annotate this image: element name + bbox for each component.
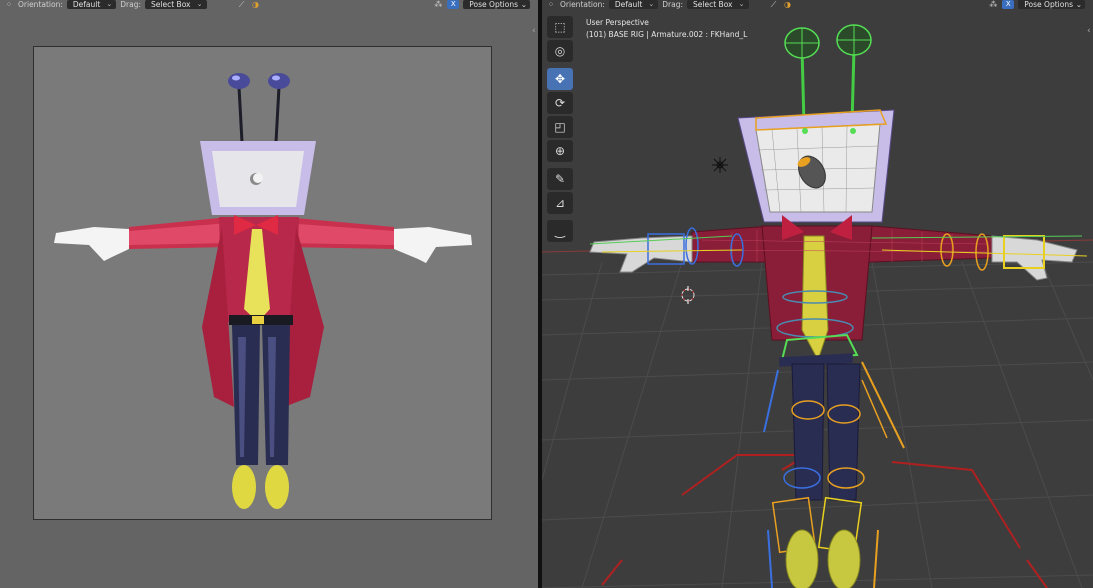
orientation-label: Orientation: (18, 0, 63, 9)
scale-icon: ◰ (554, 120, 566, 134)
orientation-label: Orientation: (560, 0, 605, 9)
pose-options-dropdown[interactable]: Pose Options ⌄ (1018, 0, 1085, 9)
chevron-down-icon: ⌄ (738, 0, 745, 8)
drag-dropdown[interactable]: Select Box ⌄ (687, 0, 749, 9)
antenna-bones[interactable] (784, 24, 872, 126)
hand-right (394, 227, 472, 263)
viewport-info: User Perspective (101) BASE RIG | Armatu… (586, 17, 747, 41)
collapse-arrow-icon[interactable]: ‹ (1087, 26, 1091, 36)
render-preview-pane: ⁘ Orientation: Default ⌄ Drag: Select Box… (0, 0, 538, 588)
x-mirror-toggle[interactable]: X (447, 0, 460, 9)
pose-options-dropdown[interactable]: Pose Options ⌄ (463, 0, 530, 9)
tv-head (200, 141, 316, 215)
antenna-right (268, 73, 290, 143)
left-header: ⁘ Orientation: Default ⌄ Drag: Select Box… (0, 0, 538, 9)
rotate-tool[interactable]: ⟳ (547, 92, 573, 114)
proportional-editing-icon[interactable]: ◑ (783, 0, 793, 9)
move-tool[interactable]: ✥ (547, 68, 573, 90)
mirror-options-icon[interactable]: ⁂ (433, 0, 443, 9)
transform-pivot-icon[interactable]: ⁘ (546, 0, 556, 9)
snapping-icon[interactable]: ⟋ (237, 0, 247, 9)
mirror-options-icon[interactable]: ⁂ (988, 0, 998, 9)
relax-icon: ‿ (555, 224, 565, 238)
select-box-icon: ⬚ (554, 20, 566, 34)
cursor-icon: ◎ (554, 44, 566, 58)
chevron-down-icon: ⌄ (520, 0, 527, 9)
pants (232, 325, 290, 465)
collapse-arrow-icon[interactable]: ‹ (532, 26, 536, 36)
ik-floor-controls[interactable] (601, 454, 1048, 588)
tool-shelf: ⬚ ◎ ✥ ⟳ ◰ ⊕ ✎ ⊿ ‿ (547, 16, 573, 244)
viewport-context: (101) BASE RIG | Armature.002 : FKHand_L (586, 30, 748, 39)
drag-value: Select Box (693, 0, 733, 9)
3d-cursor-icon[interactable] (681, 286, 695, 304)
drag-dropdown[interactable]: Select Box ⌄ (145, 0, 207, 9)
measure-icon: ⊿ (554, 196, 566, 210)
proportional-editing-icon[interactable]: ◑ (251, 0, 261, 9)
measure-tool[interactable]: ⊿ (547, 192, 573, 214)
chevron-down-icon: ⌄ (196, 0, 203, 8)
x-mirror-toggle[interactable]: X (1002, 0, 1015, 9)
orientation-value: Default (72, 0, 101, 9)
drag-label: Drag: (120, 0, 142, 9)
viewport-canvas[interactable] (542, 0, 1093, 588)
drag-label: Drag: (662, 0, 684, 9)
chevron-down-icon: ⌄ (1075, 0, 1082, 9)
select-box-tool[interactable]: ⬚ (547, 16, 573, 38)
chevron-down-icon: ⌄ (106, 0, 113, 8)
render-frame (33, 46, 492, 520)
tv-head-mesh[interactable] (737, 109, 895, 223)
suit-mesh[interactable] (691, 215, 993, 362)
shoes (232, 465, 289, 509)
transform-pivot-icon[interactable]: ⁘ (4, 0, 14, 9)
hand-left (54, 227, 129, 261)
drag-value: Select Box (151, 0, 191, 9)
snapping-icon[interactable]: ⟋ (769, 0, 779, 9)
pose-options-label: Pose Options (469, 0, 518, 9)
antenna-left (228, 73, 250, 143)
scale-tool[interactable]: ◰ (547, 116, 573, 138)
move-icon: ✥ (554, 72, 566, 86)
render-character (54, 73, 472, 509)
leg-meshes[interactable] (767, 363, 879, 588)
cursor-tool[interactable]: ◎ (547, 40, 573, 62)
light-icon[interactable] (712, 157, 728, 173)
orientation-dropdown[interactable]: Default ⌄ (66, 0, 117, 9)
orientation-value: Default (614, 0, 643, 9)
annotate-icon: ✎ (554, 172, 566, 186)
chevron-down-icon: ⌄ (648, 0, 655, 8)
right-header: ⁘ Orientation: Default ⌄ Drag: Select Box… (542, 0, 1093, 9)
viewport-perspective: User Perspective (586, 18, 649, 27)
transform-icon: ⊕ (554, 144, 566, 158)
rotate-icon: ⟳ (554, 96, 566, 110)
belt-buckle (252, 316, 264, 324)
3d-viewport-pane[interactable]: ⁘ Orientation: Default ⌄ Drag: Select Box… (542, 0, 1093, 588)
orientation-dropdown[interactable]: Default ⌄ (608, 0, 659, 9)
relax-tool[interactable]: ‿ (547, 220, 573, 242)
pose-options-label: Pose Options (1024, 0, 1073, 9)
transform-tool[interactable]: ⊕ (547, 140, 573, 162)
annotate-tool[interactable]: ✎ (547, 168, 573, 190)
